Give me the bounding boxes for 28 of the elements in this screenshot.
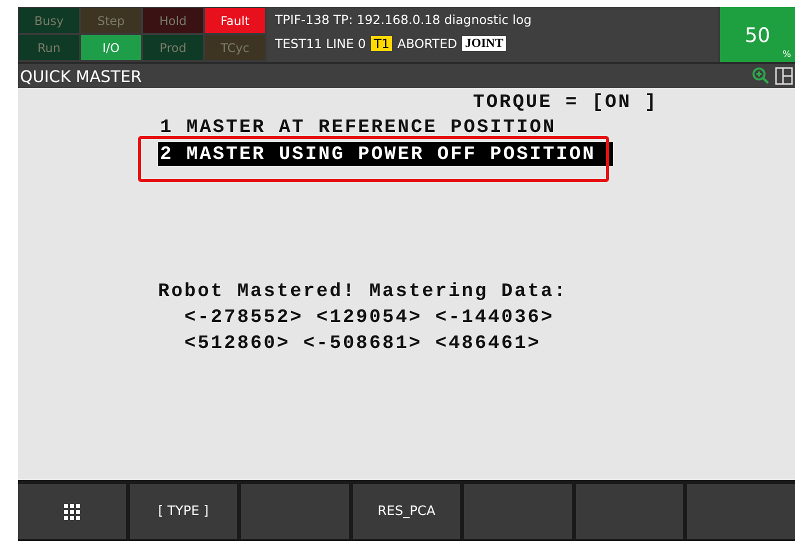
layout-icon[interactable] [775,67,793,85]
message-line: Robot Mastered! Mastering Data: [158,279,568,304]
status-light: Busy [19,8,79,33]
status-light: Run [19,35,79,60]
status-light: Hold [143,8,203,33]
status-light: Step [81,8,141,33]
message-line: <-278552> <129054> <-144036> [183,305,556,330]
status-light: TCyc [205,35,265,60]
torque-status: TORQUE = [ON ] [473,90,659,114]
status-light: Fault [205,8,265,33]
coord-badge: JOINT [462,36,506,50]
override-unit: % [782,50,791,60]
function-key[interactable]: RES_PCA [352,484,460,539]
mode-badge: T1 [370,36,392,50]
screen-title: QUICK MASTER [20,66,142,86]
message-line: <512860> <-508681> <486461> [183,331,542,356]
grid-icon [64,504,80,520]
status-light: I/O [81,35,141,60]
function-key[interactable] [18,484,126,539]
zoom-icon[interactable] [752,67,770,85]
program-text: TEST11 LINE 0 [275,36,366,50]
function-key[interactable]: [ TYPE ] [130,484,238,539]
menu-item[interactable]: 1 MASTER AT REFERENCE POSITION [158,114,564,140]
override-value: 50 [744,22,770,46]
state-text: ABORTED [397,36,458,50]
status-text: TPIF-138 TP: 192.168.0.18 diagnostic log [275,11,533,29]
status-light: Prod [143,35,203,60]
menu-item[interactable]: 2 MASTER USING POWER OFF POSITION [158,142,613,166]
